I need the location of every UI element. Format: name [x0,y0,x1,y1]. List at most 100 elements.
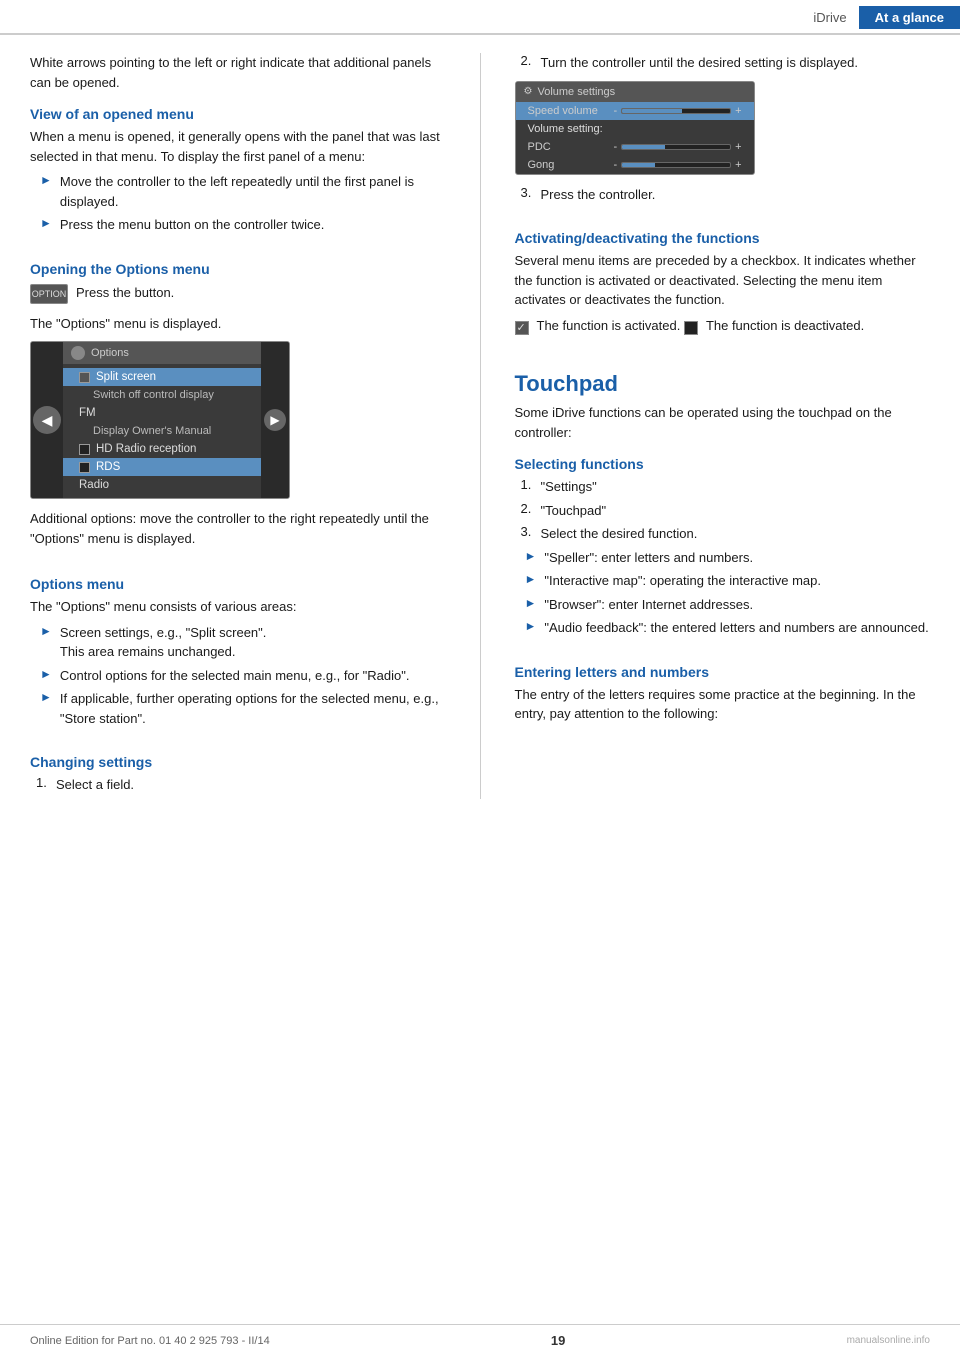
footer-edition: Online Edition for Part no. 01 40 2 925 … [30,1335,270,1347]
right-column: 2. Turn the controller until the desired… [505,53,931,799]
selecting-step3: 3. Select the desired function. [515,524,931,544]
left-nav-arrow: ◀ [33,406,61,434]
checkbox-rds [79,462,90,473]
option-button-image: OPTION [30,284,68,304]
menu-item-switch-off: Switch off control display [63,386,261,404]
step2-item: 2. Turn the controller until the desired… [515,53,931,73]
bullet-move-text: Move the controller to the left repeated… [60,172,446,211]
bullet-audio-text: "Audio feedback": the entered letters an… [544,618,928,638]
touchpad-body: Some iDrive functions can be operated us… [515,403,931,442]
speed-volume-item: Speed volume - + [516,102,754,120]
left-column: White arrows pointing to the left or rig… [30,53,456,799]
options-menu-content: Options Split screen Switch off control … [63,342,261,498]
step-select-field: 1. Select a field. [30,775,446,795]
section-entering-title: Entering letters and numbers [515,664,931,680]
options-items: Split screen Switch off control display … [63,364,261,498]
page-header: iDrive At a glance [0,0,960,35]
step3-text: Press the controller. [541,185,656,205]
deactivated-label: The function is deactivated. [706,316,864,336]
menu-item-display-manual: Display Owner's Manual [63,422,261,440]
volume-settings-screenshot: ⚙ Volume settings Speed volume - + Volum… [515,81,755,175]
right-nav-arrow: ▶ [264,409,286,431]
header-idrive-label: iDrive [801,6,858,29]
options-menu-body: The "Options" menu consists of various a… [30,597,446,617]
options-title: Options [91,347,129,359]
activated-label: The function is activated. [537,316,681,336]
section-changing-settings-title: Changing settings [30,754,446,770]
press-button-text: Press the button. [76,283,174,303]
bullet-browser-text: "Browser": enter Internet addresses. [544,595,753,615]
check-deactivated-icon [684,321,698,335]
bullet-screen-main: Screen settings, e.g., "Split screen". [60,625,267,640]
bullet-arrow-4: ► [40,667,52,681]
intro-text: White arrows pointing to the left or rig… [30,53,446,92]
menu-item-hd-radio: HD Radio reception [63,440,261,458]
bullet-press-text: Press the menu button on the controller … [60,215,324,235]
bullet-browser: ► "Browser": enter Internet addresses. [515,595,931,615]
bullet-arrow-8: ► [525,596,537,610]
bullet-screen-sub: This area remains unchanged. [60,644,236,659]
volume-titlebar: ⚙ Volume settings [516,82,754,102]
selecting-step2-text: "Touchpad" [541,501,607,521]
option-btn-label: OPTION [32,289,67,299]
watermark: manualsonline.info [847,1335,930,1346]
activated-row: The function is activated. [515,316,681,342]
gong-item: Gong - + [516,156,754,174]
bullet-screen-settings: ► Screen settings, e.g., "Split screen".… [30,623,446,662]
options-menu-screenshot: ◀ Options Split screen Switch off contro… [30,341,290,499]
page-footer: Online Edition for Part no. 01 40 2 925 … [0,1324,960,1348]
additional-options-text: Additional options: move the controller … [30,509,446,548]
check-activated-icon [515,321,529,335]
menu-item-split-screen: Split screen [63,368,261,386]
bullet-control-options: ► Control options for the selected main … [30,666,446,686]
bullet-audio-feedback: ► "Audio feedback": the entered letters … [515,618,931,638]
selecting-step1-text: "Settings" [541,477,597,497]
options-icon [71,346,85,360]
header-ataglance-label: At a glance [859,6,960,29]
step2-text: Turn the controller until the desired se… [541,53,858,73]
entering-body: The entry of the letters requires some p… [515,685,931,724]
bullet-arrow-1: ► [40,173,52,187]
menu-item-rds: RDS [63,458,261,476]
options-titlebar: Options [63,342,261,364]
bullet-arrow-7: ► [525,572,537,586]
checkbox-hd-radio [79,444,90,455]
bullet-map-text: "Interactive map": operating the interac… [544,571,821,591]
section-touchpad-title: Touchpad [515,371,931,397]
bullet-arrow-9: ► [525,619,537,633]
column-divider [480,53,481,799]
bullet-press-menu: ► Press the menu button on the controlle… [30,215,446,235]
step3-item: 3. Press the controller. [515,185,931,205]
section-opening-options-title: Opening the Options menu [30,261,446,277]
section-options-menu-title: Options menu [30,576,446,592]
bullet-arrow-3: ► [40,624,52,638]
section-activating-title: Activating/deactivating the functions [515,230,931,246]
deactivated-row: The function is deactivated. [684,316,864,342]
section-view-opened-menu-title: View of an opened menu [30,106,446,122]
bullet-arrow-6: ► [525,549,537,563]
menu-item-fm: FM [63,404,261,422]
volume-title: Volume settings [537,86,615,98]
bullet-further-text: If applicable, further operating options… [60,689,446,728]
bullet-speller: ► "Speller": enter letters and numbers. [515,548,931,568]
selecting-step3-text: Select the desired function. [541,524,698,544]
selecting-step2: 2. "Touchpad" [515,501,931,521]
check-icon-split [79,372,90,383]
pdc-item: PDC - + [516,138,754,156]
selecting-step1: 1. "Settings" [515,477,931,497]
page-content: White arrows pointing to the left or rig… [0,35,960,859]
page-number: 19 [551,1333,565,1348]
bullet-interactive-map: ► "Interactive map": operating the inter… [515,571,931,591]
bullet-arrow-5: ► [40,690,52,704]
options-menu-shown: The "Options" menu is displayed. [30,314,446,334]
activating-body: Several menu items are preceded by a che… [515,251,931,310]
bullet-arrow-2: ► [40,216,52,230]
bullet-control-text: Control options for the selected main me… [60,666,410,686]
bullet-further-options: ► If applicable, further operating optio… [30,689,446,728]
step1-text: Select a field. [56,775,134,795]
bullet-speller-text: "Speller": enter letters and numbers. [544,548,753,568]
view-opened-menu-body: When a menu is opened, it generally open… [30,127,446,166]
section-selecting-title: Selecting functions [515,456,931,472]
bullet-move-controller: ► Move the controller to the left repeat… [30,172,446,211]
menu-item-radio: Radio [63,476,261,494]
